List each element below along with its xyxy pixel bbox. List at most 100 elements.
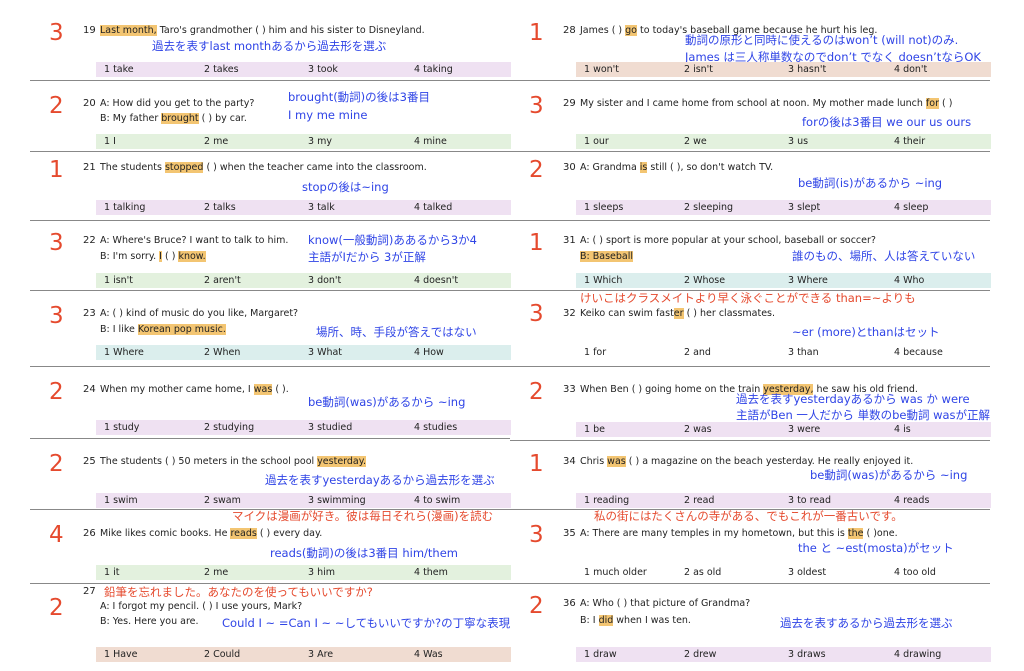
choice-4[interactable]: 4 How [414,347,444,359]
question-text: A: Grandma is still ( ), so don't watch … [580,162,774,173]
choice-3[interactable]: 3 swimming [308,495,366,507]
choice-2[interactable]: 2 and [684,347,711,359]
question-text-b: B: I'm sorry. I ( ) know. [100,251,206,262]
choice-4[interactable]: 4 talked [414,202,452,214]
choice-3[interactable]: 3 What [308,347,342,359]
choice-2[interactable]: 2 as old [684,567,721,579]
choice-2[interactable]: 2 swam [204,495,241,507]
choice-1[interactable]: 1 study [104,422,139,434]
choice-1[interactable]: 1 swim [104,495,138,507]
choice-3[interactable]: 3 studied [308,422,352,434]
choice-4[interactable]: 4 because [894,347,943,359]
choice-2[interactable]: 2 me [204,567,228,579]
choice-4[interactable]: 4 them [414,567,448,579]
choice-4[interactable]: 4 don't [894,64,927,76]
choice-2[interactable]: 2 isn't [684,64,713,76]
choice-4[interactable]: 4 taking [414,64,453,76]
choice-4[interactable]: 4 too old [894,567,936,579]
choice-1[interactable]: 1 much older [584,567,647,579]
choice-3[interactable]: 3 slept [788,202,820,214]
choice-2[interactable]: 2 drew [684,649,716,661]
choice-3[interactable]: 3 draws [788,649,826,661]
explanation-note: forの後は3番目 we our us ours [802,115,972,129]
explanation-note: reads(動詞)の後は3番目 him/them [270,546,458,560]
choice-4[interactable]: 4 is [894,424,911,436]
choices-row: 1 isn't 2 aren't 3 don't 4 doesn't [96,273,511,288]
choice-4[interactable]: 4 drawing [894,649,941,661]
choice-1[interactable]: 1 Which [584,275,622,287]
choice-1[interactable]: 1 Where [104,347,144,359]
choice-1[interactable]: 1 isn't [104,275,133,287]
choice-4[interactable]: 4 Who [894,275,924,287]
answer-number: 2 [49,451,64,477]
choice-2[interactable]: 2 Whose [684,275,725,287]
choice-3[interactable]: 3 don't [308,275,341,287]
question-number: 24 [83,384,96,395]
choice-3[interactable]: 3 Are [308,649,333,661]
divider [510,440,990,441]
choice-2[interactable]: 2 talks [204,202,236,214]
divider [510,151,990,152]
choice-3[interactable]: 3 than [788,347,819,359]
choice-3[interactable]: 3 took [308,64,338,76]
choice-2[interactable]: 2 was [684,424,712,436]
question-text: A: Where's Bruce? I want to talk to him. [100,235,289,246]
choice-2[interactable]: 2 takes [204,64,239,76]
divider [30,80,510,81]
choices-row: 1 be 2 was 3 were 4 is [576,422,991,437]
choices-row: 1 won't 2 isn't 3 hasn't 4 don't [576,62,991,77]
choice-1[interactable]: 1 Have [104,649,138,661]
choice-3[interactable]: 3 were [788,424,820,436]
choice-1[interactable]: 1 sleeps [584,202,623,214]
choice-1[interactable]: 1 won't [584,64,619,76]
question-text-b: B: Baseball [580,251,634,262]
choice-4[interactable]: 4 mine [414,136,447,148]
choice-1[interactable]: 1 talking [104,202,145,214]
choice-4[interactable]: 4 doesn't [414,275,458,287]
choice-4[interactable]: 4 sleep [894,202,928,214]
choice-2[interactable]: 2 When [204,347,240,359]
question-number: 33 [563,384,576,395]
choice-3[interactable]: 3 to read [788,495,831,507]
explanation-note: be動詞(was)があるから ~ing [810,468,968,482]
choice-2[interactable]: 2 Could [204,649,240,661]
choice-3[interactable]: 3 talk [308,202,335,214]
choice-1[interactable]: 1 draw [584,649,617,661]
choice-4[interactable]: 4 studies [414,422,457,434]
choice-4[interactable]: 4 their [894,136,925,148]
question-number: 23 [83,308,96,319]
choice-1[interactable]: 1 for [584,347,606,359]
divider [30,290,510,291]
translation-note: 私の街にはたくさんの寺がある、でもこれが一番古いです。 [594,509,903,523]
divider [510,583,990,584]
choice-1[interactable]: 1 I [104,136,116,148]
choice-1[interactable]: 1 take [104,64,134,76]
choice-4[interactable]: 4 to swim [414,495,460,507]
choice-3[interactable]: 3 him [308,567,335,579]
choice-1[interactable]: 1 reading [584,495,629,507]
choice-3[interactable]: 3 hasn't [788,64,826,76]
choices-row: 1 I 2 me 3 my 4 mine [96,134,511,149]
question-text: My sister and I came home from school at… [580,98,953,109]
choice-1[interactable]: 1 be [584,424,605,436]
choice-2[interactable]: 2 me [204,136,228,148]
choice-3[interactable]: 3 Where [788,275,828,287]
choice-3[interactable]: 3 us [788,136,808,148]
choice-2[interactable]: 2 aren't [204,275,241,287]
answer-number: 2 [49,595,64,621]
choice-4[interactable]: 4 Was [414,649,443,661]
choice-1[interactable]: 1 our [584,136,609,148]
answer-number: 3 [529,93,544,119]
right-column: 1 28 James ( ) go to today's baseball ga… [510,0,991,671]
question-text-b: B: Yes. Here you are. [100,616,199,627]
choice-3[interactable]: 3 my [308,136,332,148]
question-19: 3 19 Last month, Taro's grandmother ( ) … [30,17,511,89]
explanation-note: 過去を表すyesterdayあるから was か were [736,392,970,406]
choice-2[interactable]: 2 we [684,136,707,148]
choice-4[interactable]: 4 reads [894,495,929,507]
choice-3[interactable]: 3 oldest [788,567,826,579]
choice-1[interactable]: 1 it [104,567,119,579]
choice-2[interactable]: 2 studying [204,422,254,434]
choice-2[interactable]: 2 sleeping [684,202,733,214]
choice-2[interactable]: 2 read [684,495,714,507]
